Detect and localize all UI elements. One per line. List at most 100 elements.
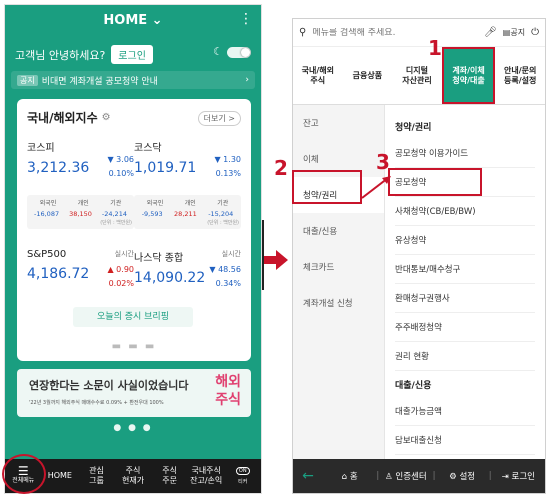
banner-art: 해외 주식 (215, 374, 241, 408)
carousel-dots: ▬ ▬ ▬ (111, 341, 157, 352)
bottom-auth-label: 인증센터 (395, 472, 427, 482)
sidebar-item-account-open[interactable]: 계좌개설 신청 (293, 285, 384, 321)
home-screen: HOME ⌄ ⋮ 고객님 안녕하세요? 로그인 ☾ 공지 비대면 계좌개설 공모… (4, 4, 262, 494)
nav-watchlist[interactable]: 관심 그룹 (78, 466, 115, 486)
tab-domestic-foreign-stocks[interactable]: 국내/해외 주식 (293, 47, 343, 104)
index-kosdaq[interactable]: 코스닥 1,019.71 ▼ 1.30 0.13% (134, 139, 241, 178)
pointer-arrow-icon (361, 176, 391, 199)
menu-item[interactable]: 주주배정청약 (395, 313, 535, 342)
index-change: ▼ 1.30 0.13% (214, 153, 241, 181)
highlight-box-menu-item (388, 168, 482, 196)
home-title[interactable]: HOME ⌄ (5, 13, 261, 28)
more-button[interactable]: 더보기 > (197, 111, 241, 126)
kebab-menu-icon[interactable]: ⋮ (239, 11, 253, 27)
menu-sidebar: 잔고 이체 청약/권리 대출/신용 체크카드 계좌개설 신청 (293, 105, 385, 459)
tab-financial-products[interactable]: 금융상품 (343, 47, 393, 104)
group-title-subscription: 청약/권리 (395, 122, 432, 133)
on-badge: ON (235, 467, 250, 475)
menu-body: 잔고 이체 청약/권리 대출/신용 체크카드 계좌개설 신청 청약/권리 공모청… (293, 105, 545, 459)
menu-screen: ⚲ 🎤︎ ▤공지 ⏻ 국내/해외주식 금융상품 디지털자산관리 계좌/이체청약/… (292, 18, 546, 494)
menu-tabs: 국내/해외 주식 금융상품 디지털 자산관리 계좌/이체 청약/대출 안내/문의 등록/… (293, 47, 545, 105)
highlight-circle-menu (2, 454, 46, 494)
index-change: ▼ 48.56 0.34% (209, 263, 241, 291)
nav-ticker[interactable]: ON 티커 (224, 465, 261, 487)
notice-label: 공지 (510, 28, 526, 37)
menu-search-input[interactable] (312, 27, 479, 38)
chevron-right-icon: › (245, 75, 249, 85)
index-change-value: ▼ 3.06 (107, 155, 134, 164)
bottom-login-label: 로그인 (511, 472, 535, 482)
dark-mode-icon: ☾ (213, 45, 223, 58)
index-card: 국내/해외지수 ⚙ 더보기 > 코스피 3,212.36 ▼ 3.06 0.10… (17, 99, 251, 361)
flow-institution: -24,214 (101, 210, 127, 218)
realtime-label: 실시간 (221, 250, 241, 258)
notice-bar[interactable]: 공지 비대면 계좌개설 공모청약 안내 › (11, 71, 255, 89)
menu-item[interactable]: 대출가능금액 (395, 397, 535, 426)
nav-domestic-balance[interactable]: 국내주식 잔고/손익 (188, 466, 225, 486)
flow-unit: (단위 : 백만원) (100, 220, 132, 226)
flow-individual: 28,211 (174, 210, 197, 218)
index-sp500[interactable]: S&P500 실시간 4,186.72 ▲ 0.90 0.02% (27, 249, 134, 288)
back-arrow-icon[interactable]: ← (293, 468, 323, 484)
sidebar-item-balance[interactable]: 잔고 (293, 105, 384, 141)
notice-tag: 공지 (17, 74, 38, 86)
tab-info-settings[interactable]: 안내/문의 등록/설정 (495, 47, 545, 104)
menu-item[interactable]: 공모청약 이용가이드 (395, 139, 535, 168)
right-arrow-icon (264, 250, 288, 270)
nav-stock-order[interactable]: 주식 주문 (151, 466, 188, 486)
bottom-settings[interactable]: ⚙ 설정 (435, 470, 488, 482)
login-button[interactable]: 로그인 (111, 45, 153, 64)
index-row-foreign: S&P500 실시간 4,186.72 ▲ 0.90 0.02% 나스닥 종합 … (27, 249, 241, 288)
bottom-home-label: 홈 (349, 472, 358, 482)
index-kospi[interactable]: 코스피 3,212.36 ▼ 3.06 0.10% (27, 139, 134, 178)
sidebar-item-checkcard[interactable]: 체크카드 (293, 249, 384, 285)
sidebar-item-loan[interactable]: 대출/신용 (293, 213, 384, 249)
dark-mode-toggle[interactable] (227, 47, 251, 58)
index-nasdaq[interactable]: 나스닥 종합 실시간 14,090.22 ▼ 48.56 0.34% (134, 249, 241, 288)
menu-item[interactable]: 담보대출신청 (395, 426, 535, 455)
search-icon: ⚲ (299, 27, 307, 38)
index-change-value: ▼ 48.56 (209, 265, 241, 274)
microphone-icon[interactable]: 🎤︎ (484, 27, 497, 38)
menu-item[interactable]: 권리 현황 (395, 342, 535, 371)
settings-icon[interactable]: ⚙ (102, 112, 111, 123)
banner-subtitle: '22년 3월까지 해외주식 매매수수료 0.09% + 환전우대 100% (29, 400, 164, 406)
bottom-auth-center[interactable]: ♙ 인증센터 (379, 470, 432, 482)
index-name-text: S&P500 (27, 249, 67, 260)
index-row-domestic: 코스피 3,212.36 ▼ 3.06 0.10% 코스닥 1,019.71 ▼… (27, 139, 241, 178)
index-change-rate: 0.34% (215, 279, 241, 288)
index-name: 코스피 (27, 143, 55, 154)
flow-head: 개인 (184, 200, 196, 207)
nav-home[interactable]: HOME (42, 471, 79, 481)
index-card-title-text: 국내/해외지수 (27, 111, 98, 125)
flow-head: 기관 (217, 200, 229, 207)
investor-flow: 외국인 개인 기관 -16,087 38,150 -24,214 (단위 : 백… (27, 195, 241, 229)
promo-banner[interactable]: 연장한다는 소문이 사실이었습니다 '22년 3월까지 해외주식 매매수수료 0… (17, 369, 251, 417)
index-name: S&P500 실시간 (27, 249, 134, 260)
bottom-login[interactable]: ⇥ 로그인 (492, 470, 545, 482)
index-change-value: ▲ 0.90 (107, 265, 134, 274)
power-icon[interactable]: ⏻ (531, 27, 539, 38)
bottom-home[interactable]: ⌂ 홈 (323, 470, 376, 482)
menu-item[interactable]: 환매청구권행사 (395, 284, 535, 313)
nav-stock-price[interactable]: 주식 현재가 (115, 466, 152, 486)
flow-head: 개인 (77, 200, 89, 207)
menu-item[interactable]: 반대통보/매수청구 (395, 255, 535, 284)
flow-unit: (단위 : 백만원) (207, 220, 239, 226)
menu-main: 청약/권리 공모청약 이용가이드 공모청약 사채청약(CB/EB/BW) 유상청… (385, 105, 545, 459)
step-number-1: 1 (428, 36, 442, 60)
menu-item[interactable]: 사채청약(CB/EB/BW) (395, 197, 535, 226)
notice-button[interactable]: ▤공지 (503, 27, 525, 38)
index-change: ▲ 0.90 0.02% (107, 263, 134, 291)
realtime-label: 실시간 (114, 250, 134, 258)
menu-search-bar: ⚲ 🎤︎ ▤공지 ⏻ (293, 19, 545, 47)
index-change: ▼ 3.06 0.10% (107, 153, 134, 181)
kospi-flow: 외국인 개인 기관 -16,087 38,150 -24,214 (단위 : 백… (27, 195, 134, 229)
market-briefing-button[interactable]: 오늘의 증시 브리핑 (73, 307, 193, 327)
tab-account-transfer[interactable]: 계좌/이체 청약/대출 (441, 47, 496, 104)
banner-dots: ● ● ● (113, 423, 153, 433)
menu-item[interactable]: 유상청약 (395, 226, 535, 255)
flow-institution: -15,204 (208, 210, 234, 218)
home-header: HOME ⌄ ⋮ 고객님 안녕하세요? 로그인 ☾ 공지 비대면 계좌개설 공모… (5, 5, 261, 89)
kosdaq-flow: 외국인 개인 기관 -9,593 28,211 -15,204 (단위 : 백만… (134, 195, 241, 229)
